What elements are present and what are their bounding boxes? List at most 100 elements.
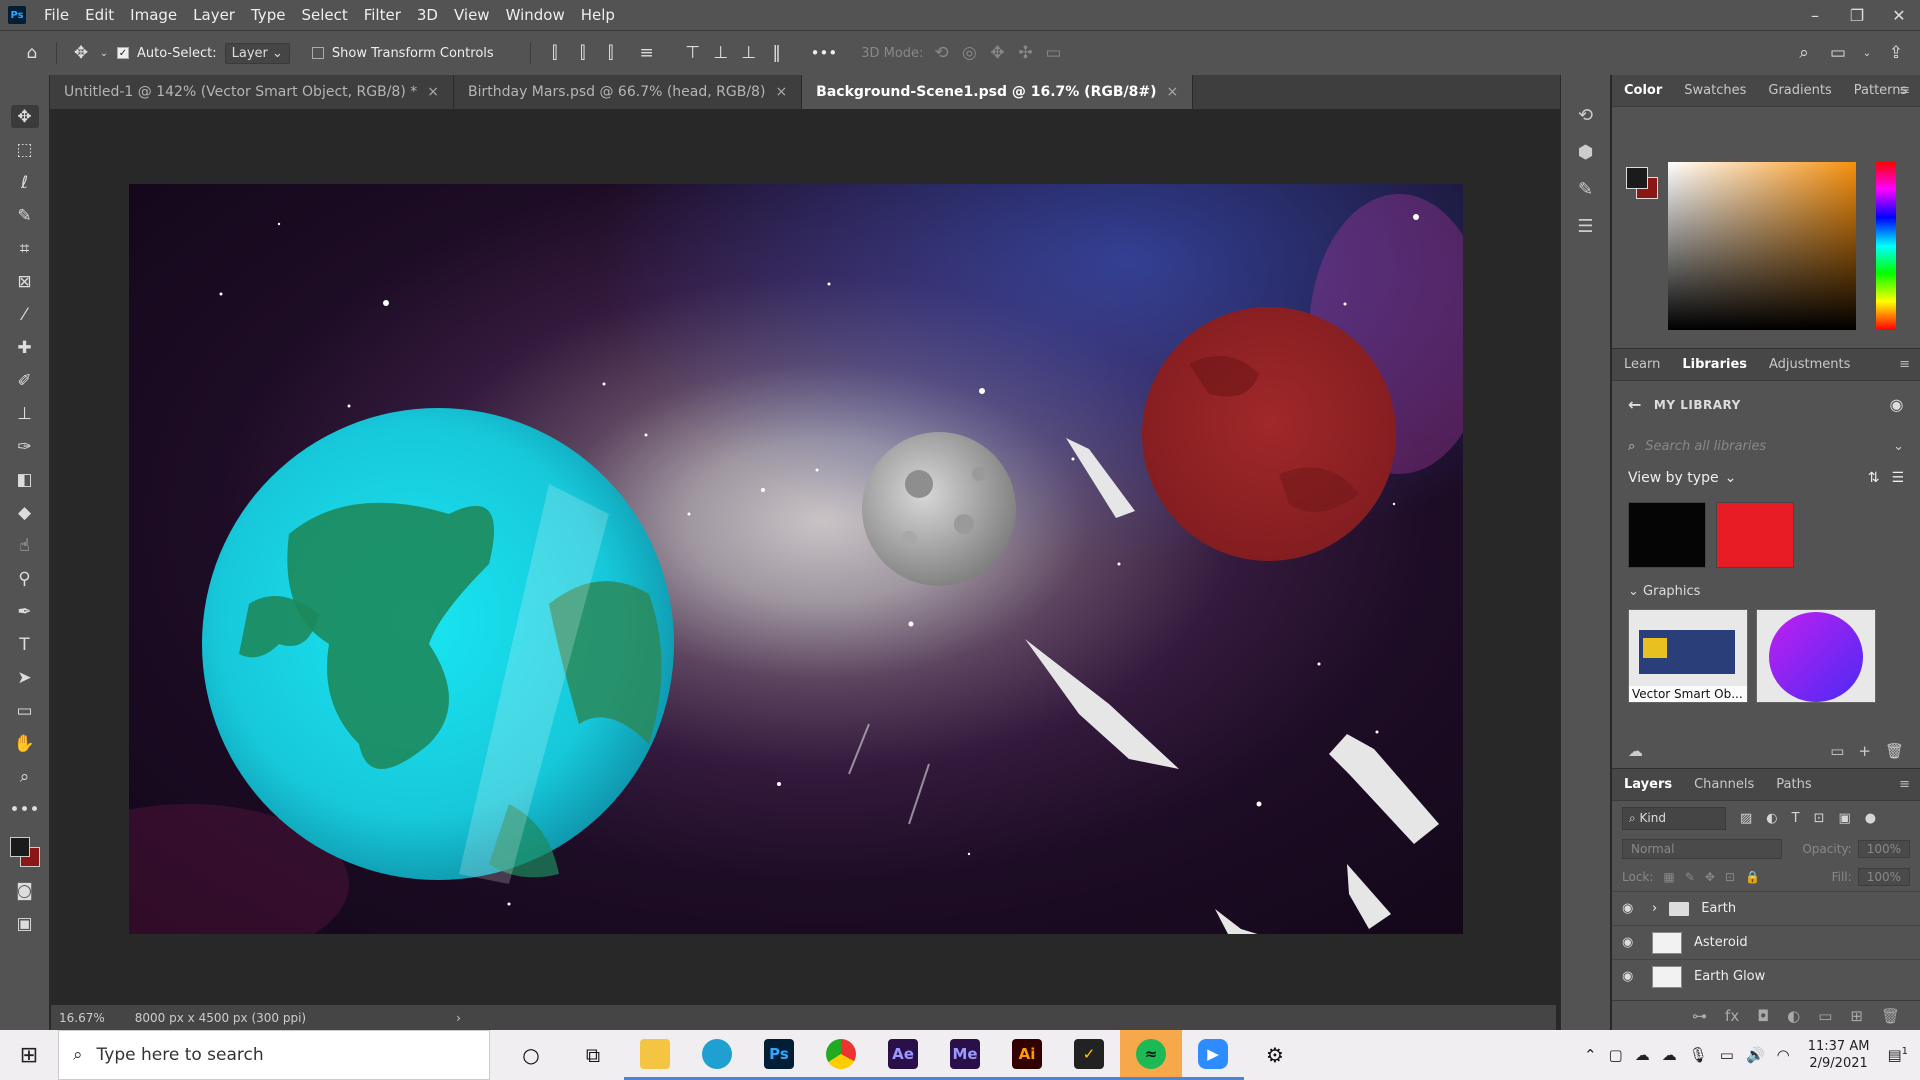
filter-toggle-icon[interactable]: ●	[1865, 811, 1876, 826]
tab-swatches[interactable]: Swatches	[1684, 83, 1746, 98]
tab-birthday-mars[interactable]: Birthday Mars.psd @ 66.7% (head, RGB/8) ×	[453, 75, 803, 109]
quick-mask-icon[interactable]: ◙	[11, 879, 39, 902]
file-explorer-icon[interactable]	[624, 1030, 686, 1080]
menu-type[interactable]: Type	[243, 6, 293, 24]
visibility-eye-icon[interactable]: ◉	[1622, 935, 1640, 950]
tab-libraries[interactable]: Libraries	[1682, 357, 1747, 372]
clone-stamp-tool-icon[interactable]: ⊥	[11, 402, 39, 425]
history-brush-tool-icon[interactable]: ✑	[11, 435, 39, 458]
media-encoder-icon[interactable]: Me	[934, 1030, 996, 1080]
tab-untitled-1[interactable]: Untitled-1 @ 142% (Vector Smart Object, …	[50, 75, 454, 109]
graphic-thumbnail[interactable]	[1756, 609, 1876, 703]
fx-icon[interactable]: fx	[1725, 1007, 1739, 1025]
brush-tool-icon[interactable]: ✐	[11, 369, 39, 392]
smart-object-filter-icon[interactable]: ▣	[1839, 811, 1851, 826]
auto-select-checkbox[interactable]: ✓	[117, 47, 129, 59]
tab-layers[interactable]: Layers	[1624, 777, 1672, 792]
more-tools-icon[interactable]: •••	[9, 798, 39, 821]
menu-filter[interactable]: Filter	[356, 6, 409, 24]
chevron-down-icon[interactable]: ⌄	[1725, 470, 1737, 486]
align-middle-icon[interactable]: ⊥	[711, 43, 731, 63]
windows-start-icon[interactable]: ⊞	[0, 1030, 58, 1080]
menu-file[interactable]: File	[36, 6, 77, 24]
library-color-swatch[interactable]	[1628, 502, 1706, 568]
frame-tool-icon[interactable]: ⊠	[11, 270, 39, 293]
new-group-icon[interactable]: ▭	[1818, 1007, 1832, 1025]
blend-mode-dropdown[interactable]: Normal	[1622, 839, 1782, 859]
adjustment-filter-icon[interactable]: ◐	[1766, 811, 1777, 826]
lasso-tool-icon[interactable]: ℓ	[11, 171, 39, 194]
task-view-icon[interactable]: ⧉	[562, 1030, 624, 1080]
menu-edit[interactable]: Edit	[77, 6, 122, 24]
3d-roll-icon[interactable]: ◎	[959, 43, 979, 63]
quick-select-tool-icon[interactable]: ✎	[11, 204, 39, 227]
layer-row-asteroid[interactable]: ◉ Asteroid	[1612, 925, 1920, 959]
after-effects-icon[interactable]: Ae	[872, 1030, 934, 1080]
back-arrow-icon[interactable]: ←	[1628, 395, 1642, 414]
visibility-eye-icon[interactable]: ◉	[1622, 969, 1640, 984]
tab-paths[interactable]: Paths	[1776, 777, 1811, 792]
menu-window[interactable]: Window	[498, 6, 573, 24]
taskbar-search-input[interactable]: Type here to search	[97, 1045, 264, 1065]
settings-gear-icon[interactable]: ⚙	[1244, 1030, 1306, 1080]
zoom-icon[interactable]: ▶	[1182, 1030, 1244, 1080]
opacity-input[interactable]: 100%	[1857, 840, 1910, 858]
document-canvas[interactable]	[129, 184, 1463, 934]
chevron-down-icon[interactable]: ⌄	[99, 43, 109, 63]
photoshop-logo-icon[interactable]: Ps	[8, 6, 26, 24]
graphic-thumbnail[interactable]: Vector Smart Ob...	[1628, 609, 1748, 703]
new-layer-icon[interactable]: ⊞	[1850, 1007, 1863, 1025]
lock-paint-icon[interactable]: ✎	[1685, 870, 1695, 884]
align-center-icon[interactable]: ⫿	[573, 43, 593, 63]
delete-layer-icon[interactable]: 🗑	[1881, 1007, 1900, 1025]
smudge-tool-icon[interactable]: ☝	[11, 534, 39, 557]
layer-row-earth-glow[interactable]: ◉ Earth Glow	[1612, 959, 1920, 993]
tab-learn[interactable]: Learn	[1624, 357, 1660, 372]
filter-kind-dropdown[interactable]: ⌕ Kind	[1622, 806, 1726, 830]
3d-icon[interactable]: ⬢	[1578, 142, 1594, 163]
minimize-button[interactable]: –	[1794, 6, 1836, 25]
color-picker-field[interactable]	[1668, 162, 1856, 330]
crop-tool-icon[interactable]: ⌗	[11, 237, 39, 260]
type-filter-icon[interactable]: T	[1792, 811, 1800, 826]
show-transform-checkbox[interactable]	[311, 47, 324, 59]
type-tool-icon[interactable]: T	[11, 633, 39, 656]
cloud-icon[interactable]: ☁	[1628, 742, 1643, 760]
align-bottom-icon[interactable]: ⊥	[739, 43, 759, 63]
properties-icon[interactable]: ☰	[1577, 216, 1593, 237]
tab-gradients[interactable]: Gradients	[1768, 83, 1831, 98]
sort-icon[interactable]: ⇅	[1868, 470, 1880, 486]
lock-pixels-icon[interactable]: ▦	[1663, 870, 1674, 884]
list-view-icon[interactable]: ☰	[1891, 470, 1904, 486]
library-color-swatch[interactable]	[1716, 502, 1794, 568]
panel-menu-icon[interactable]: ≡	[1899, 83, 1910, 98]
auto-select-target-dropdown[interactable]: Layer ⌄	[224, 42, 290, 64]
add-mask-icon[interactable]: ◘	[1757, 1007, 1769, 1025]
dodge-tool-icon[interactable]: ⚲	[11, 567, 39, 590]
expand-chevron-icon[interactable]: ›	[1652, 901, 1657, 916]
trash-icon[interactable]: 🗑	[1885, 742, 1904, 760]
eraser-tool-icon[interactable]: ◧	[11, 468, 39, 491]
marquee-tool-icon[interactable]: ⬚	[11, 138, 39, 161]
eyedropper-tool-icon[interactable]: ⁄	[11, 303, 39, 326]
foreground-color-chip[interactable]	[1626, 167, 1648, 189]
panel-menu-icon[interactable]: ≡	[1899, 777, 1910, 792]
hue-slider[interactable]	[1876, 162, 1896, 330]
library-search[interactable]: ⌕ Search all libraries ⌄	[1628, 432, 1904, 460]
menu-image[interactable]: Image	[122, 6, 185, 24]
pen-tool-icon[interactable]: ✒	[11, 600, 39, 623]
zoom-level[interactable]: 16.67%	[59, 1011, 105, 1025]
tab-adjustments[interactable]: Adjustments	[1769, 357, 1850, 372]
tab-color[interactable]: Color	[1624, 83, 1662, 98]
align-top-icon[interactable]: ⊤	[683, 43, 703, 63]
fill-input[interactable]: 100%	[1857, 868, 1910, 886]
adjustment-layer-icon[interactable]: ◐	[1787, 1007, 1800, 1025]
menu-layer[interactable]: Layer	[185, 6, 243, 24]
home-icon[interactable]: ⌂	[22, 43, 42, 63]
color-swatches[interactable]	[8, 835, 42, 869]
shape-filter-icon[interactable]: ⊡	[1814, 811, 1825, 826]
3d-orbit-icon[interactable]: ⟲	[931, 43, 951, 63]
zoom-tool-icon[interactable]: ⌕	[11, 765, 39, 788]
battery-icon[interactable]: ▭	[1720, 1046, 1734, 1064]
3d-slide-icon[interactable]: ✣	[1015, 43, 1035, 63]
